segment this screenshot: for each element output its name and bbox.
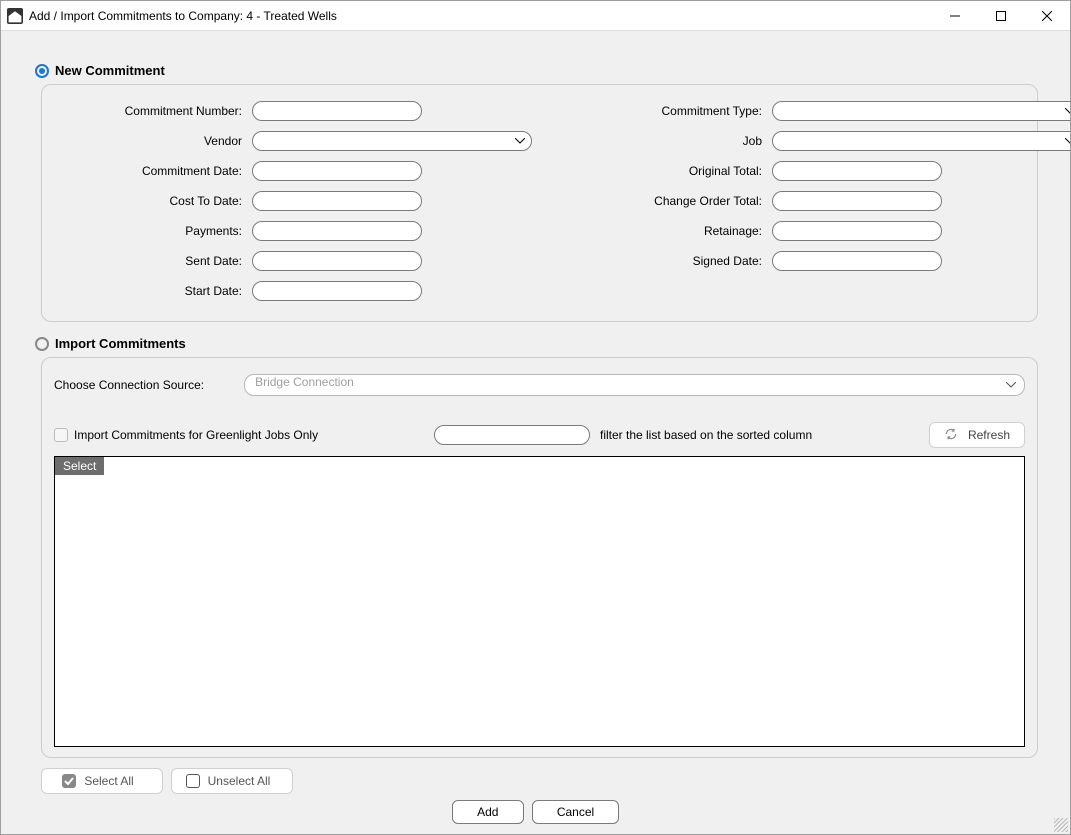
import-toolbar: Import Commitments for Greenlight Jobs O… (54, 422, 1025, 454)
close-button[interactable] (1024, 1, 1070, 31)
app-icon (7, 8, 23, 24)
minimize-button[interactable] (932, 1, 978, 31)
connection-row: Choose Connection Source: Bridge Connect… (54, 374, 1025, 396)
filter-input[interactable] (434, 425, 590, 445)
radio-icon (35, 64, 49, 78)
checkbox-checked-icon (62, 774, 76, 788)
label-start-date: Start Date: (62, 284, 242, 298)
label-job: Job (572, 134, 762, 148)
payments-input[interactable] (252, 221, 422, 241)
signed-date-input[interactable] (772, 251, 942, 271)
cancel-button[interactable]: Cancel (532, 800, 619, 824)
label-commitment-date: Commitment Date: (62, 164, 242, 178)
label-cost-to-date: Cost To Date: (62, 194, 242, 208)
maximize-button[interactable] (978, 1, 1024, 31)
retainage-input[interactable] (772, 221, 942, 241)
connection-source-select[interactable]: Bridge Connection (244, 374, 1025, 396)
commitment-date-input[interactable] (252, 161, 422, 181)
checkbox-icon (54, 428, 68, 442)
add-button[interactable]: Add (452, 800, 524, 824)
label-retainage: Retainage: (572, 224, 762, 238)
titlebar: Add / Import Commitments to Company: 4 -… (1, 1, 1070, 31)
label-signed-date: Signed Date: (572, 254, 762, 268)
app-window: Add / Import Commitments to Company: 4 -… (0, 0, 1071, 835)
label-sent-date: Sent Date: (62, 254, 242, 268)
two-col: Commitment Number: Vendor Commitment Dat… (62, 101, 1017, 301)
selection-row: Select All Unselect All (29, 758, 1042, 796)
filter-hint: filter the list based on the sorted colu… (600, 428, 812, 442)
refresh-button[interactable]: Refresh (929, 422, 1025, 448)
dialog-body: New Commitment Commitment Number: Vendor… (1, 31, 1070, 834)
unselect-all-label: Unselect All (208, 774, 271, 788)
radio-icon (35, 337, 49, 351)
greenlight-only-checkbox[interactable]: Import Commitments for Greenlight Jobs O… (54, 428, 424, 442)
cost-to-date-input[interactable] (252, 191, 422, 211)
label-commitment-type: Commitment Type: (572, 104, 762, 118)
resize-grip[interactable] (1054, 818, 1068, 832)
form-right-col: Commitment Type: Job Original Total: Cha… (572, 101, 1070, 301)
job-select[interactable] (772, 131, 1070, 151)
original-total-input[interactable] (772, 161, 942, 181)
vendor-select[interactable] (252, 131, 532, 151)
new-commitment-panel: Commitment Number: Vendor Commitment Dat… (41, 84, 1038, 322)
commitment-type-select[interactable] (772, 101, 1070, 121)
sent-date-input[interactable] (252, 251, 422, 271)
import-panel: Choose Connection Source: Bridge Connect… (41, 357, 1038, 758)
connection-source-label: Choose Connection Source: (54, 378, 204, 392)
change-order-total-input[interactable] (772, 191, 942, 211)
unselect-all-button[interactable]: Unselect All (171, 768, 293, 794)
import-grid[interactable]: Select (54, 456, 1025, 747)
greenlight-only-label: Import Commitments for Greenlight Jobs O… (74, 428, 318, 442)
label-commitment-number: Commitment Number: (62, 104, 242, 118)
mode-new-label: New Commitment (55, 63, 165, 78)
label-payments: Payments: (62, 224, 242, 238)
start-date-input[interactable] (252, 281, 422, 301)
mode-import-commitments[interactable]: Import Commitments (29, 322, 1042, 357)
title-left: Add / Import Commitments to Company: 4 -… (7, 8, 337, 24)
form-left-col: Commitment Number: Vendor Commitment Dat… (62, 101, 532, 301)
refresh-label: Refresh (968, 428, 1010, 442)
connection-source-value: Bridge Connection (255, 375, 354, 389)
checkbox-empty-icon (186, 774, 200, 788)
refresh-icon (944, 427, 958, 444)
select-all-label: Select All (84, 774, 133, 788)
label-vendor: Vendor (62, 134, 242, 148)
grid-header-select[interactable]: Select (55, 457, 104, 475)
select-all-button[interactable]: Select All (41, 768, 163, 794)
mode-new-commitment[interactable]: New Commitment (29, 41, 1042, 84)
label-original-total: Original Total: (572, 164, 762, 178)
label-change-order-total: Change Order Total: (572, 194, 762, 208)
window-controls (932, 1, 1070, 31)
footer: Add Cancel (29, 796, 1042, 828)
commitment-number-input[interactable] (252, 101, 422, 121)
mode-import-label: Import Commitments (55, 336, 186, 351)
window-title: Add / Import Commitments to Company: 4 -… (29, 9, 337, 23)
